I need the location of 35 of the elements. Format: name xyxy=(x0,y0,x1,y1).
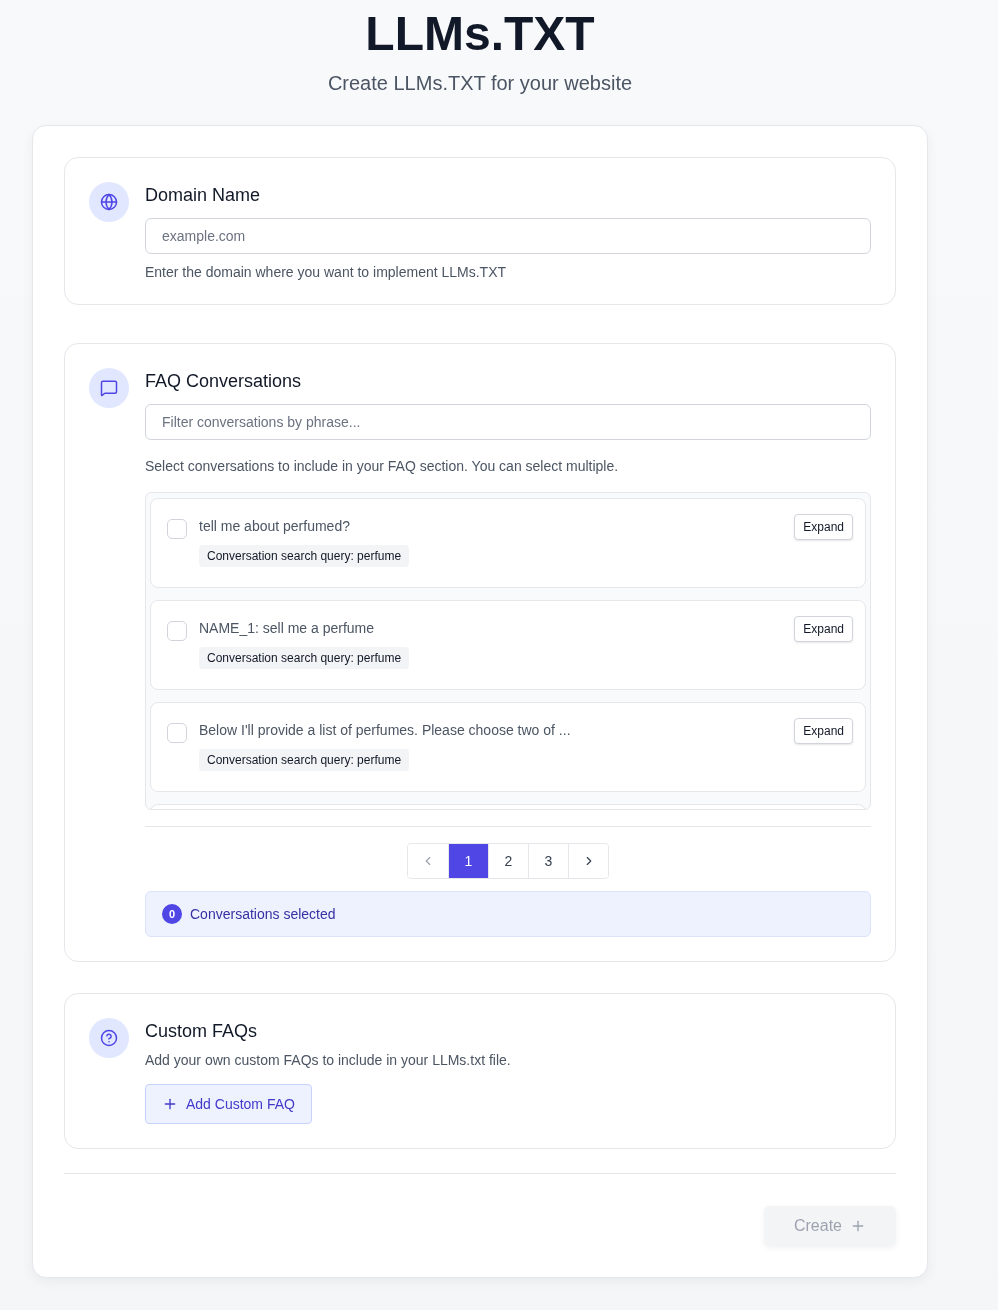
filter-input[interactable]: Filter conversations by phrase... xyxy=(145,404,871,440)
expand-button[interactable]: Expand xyxy=(794,718,853,744)
checkbox[interactable] xyxy=(167,621,187,641)
conversation-card[interactable]: tell me about perfumed? Conversation search query: perfume Expand xyxy=(150,498,866,588)
next-page-button[interactable] xyxy=(568,844,608,878)
help-icon xyxy=(89,1018,129,1058)
help-text: Enter the domain where you want to implement LLMs.TXT xyxy=(145,264,508,280)
expand-button[interactable]: Expand xyxy=(794,514,853,540)
query-tag: Conversation search query: perfume xyxy=(199,647,410,669)
domain-input[interactable]: example.com xyxy=(145,218,871,254)
count-badge: 0 xyxy=(162,904,182,924)
page-button[interactable]: 1 xyxy=(448,844,488,878)
query-tag: Conversation search query: perfume xyxy=(199,545,410,567)
message-icon xyxy=(89,368,129,408)
page-title: LLMs.TXT xyxy=(365,8,595,60)
page-subtitle: Create LLMs.TXT for your website xyxy=(327,72,633,95)
section-title: FAQ Conversations xyxy=(145,371,303,392)
conversation-card[interactable]: NAME_1: sell me a perfume Conversation search query: perfume Expand xyxy=(150,600,866,690)
help-text: Select conversations to include in your FAQ section. You can select multiple. xyxy=(145,458,620,474)
help-text: Add your own custom FAQs to include in your LLMs.txt file. xyxy=(145,1052,512,1068)
plus-icon xyxy=(162,1096,178,1112)
section-title: Domain Name xyxy=(145,185,262,206)
conversation-title: tell me about perfumed? xyxy=(199,518,350,534)
conversation-card[interactable]: Below I'll provide a list of perfumes. Please choose two of ... Conversation search query: perfume Expand xyxy=(150,702,866,792)
globe-icon xyxy=(89,182,129,222)
add-faq-button[interactable]: Add Custom FAQ xyxy=(145,1084,312,1124)
conversation-title: Below I'll provide a list of perfumes. Please choose two of ... xyxy=(199,722,571,738)
plus-icon xyxy=(850,1218,866,1234)
banner-text: Conversations selected xyxy=(190,906,336,922)
conversation-title: NAME_1: sell me a perfume xyxy=(199,620,375,636)
checkbox[interactable] xyxy=(167,723,187,743)
section-title: Custom FAQs xyxy=(145,1021,259,1042)
expand-button[interactable]: Expand xyxy=(794,616,853,642)
checkbox[interactable] xyxy=(167,519,187,539)
query-tag: Conversation search query: perfume xyxy=(199,749,410,771)
